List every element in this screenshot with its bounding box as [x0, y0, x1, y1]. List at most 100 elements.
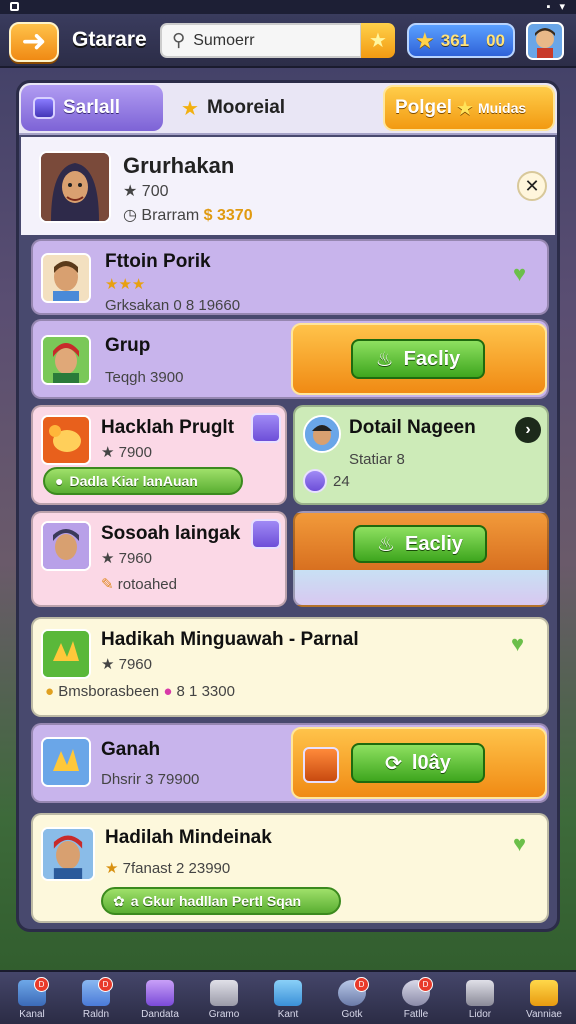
checkmark-badge-icon: [303, 469, 327, 493]
favorite-star-button[interactable]: ★: [361, 23, 395, 58]
item-meta: ★ 7900: [101, 444, 152, 461]
gift-badge-icon: [251, 519, 281, 549]
chest-icon: [303, 747, 339, 783]
gem-icon: ●: [163, 683, 173, 700]
avatar: [303, 415, 341, 453]
avatar: [41, 521, 91, 571]
notification-badge: D: [34, 977, 49, 992]
list-item[interactable]: Sosoah laingak ★ 7960 ✎ rotoahed: [31, 511, 287, 607]
item-meta: Dhsrir 3 79900: [101, 771, 200, 788]
play-button[interactable]: ⟳ l0ây: [351, 743, 485, 783]
nav-label: Gramo: [208, 1009, 240, 1020]
player-avatar[interactable]: [526, 22, 564, 60]
currency-value: 361: [440, 30, 470, 50]
tab-label: Polgel: [395, 97, 453, 118]
currency-value-secondary: 00: [486, 30, 505, 50]
button-label: Eacliy: [405, 532, 463, 555]
item-pill[interactable]: ● Dadla Kiar lanAuan: [43, 467, 243, 495]
item-stars: ★★★: [105, 276, 146, 293]
star-icon: ★: [456, 97, 474, 120]
gift-icon: ✿: [113, 892, 125, 909]
notification-badge: D: [354, 977, 369, 992]
item-meta: ★ 7960: [101, 550, 152, 567]
item-meta: Statiar 8: [349, 451, 405, 468]
top-bar: ➜ Gtarare ⚲ Sumoerr ★ ★ 361 00: [0, 14, 576, 68]
chest-icon: [146, 980, 174, 1006]
status-icon: [10, 2, 19, 11]
avatar: [41, 253, 91, 303]
nav-item-fatlle[interactable]: D Fatlle: [384, 972, 448, 1024]
nav-item-dandata[interactable]: Dandata: [128, 972, 192, 1024]
search-input[interactable]: ⚲ Sumoerr: [160, 23, 362, 58]
girl-avatar-icon: [43, 337, 89, 383]
nav-item-gramo[interactable]: Gramo: [192, 972, 256, 1024]
heart-icon[interactable]: ♥: [511, 631, 524, 657]
nav-item-raldn[interactable]: D Raldn: [64, 972, 128, 1024]
bottom-nav: D Kanal D Raldn Dandata Gramo Kant D Got…: [0, 970, 576, 1024]
close-button[interactable]: ✕: [517, 171, 547, 201]
avatar: [41, 415, 91, 465]
list-item[interactable]: Hacklah Pruglt ★ 7900 ● Dadla Kiar lanAu…: [31, 405, 287, 505]
list-item[interactable]: Hadikah Minguawah - Parnal ★ 7960 ● Bmsb…: [31, 617, 549, 717]
list-item[interactable]: Hadilah Mindeinak ★ 7fanast 2 23990 ✿ a …: [31, 813, 549, 923]
cube-icon: [274, 980, 302, 1006]
list-item[interactable]: Dotail Nageen Statiar 8 › 24: [293, 405, 549, 505]
item-title: Ganah: [101, 739, 161, 760]
close-icon: ✕: [524, 175, 540, 196]
nav-item-kanal[interactable]: D Kanal: [0, 972, 64, 1024]
card-icon: [530, 980, 558, 1006]
refresh-icon: ⟳: [385, 752, 402, 775]
tab-label: Sarlall: [63, 97, 121, 118]
profile-level: ★ 700: [123, 183, 169, 200]
facliy-button[interactable]: ♨ Facliy: [351, 339, 485, 379]
list-item[interactable]: Fttoin Porik ★★★ Grksakan 0 8 19660 ♥: [31, 239, 549, 315]
button-label: l0ây: [411, 751, 451, 774]
item-sub: ✎ rotoahed: [101, 575, 177, 593]
nav-item-lidor[interactable]: Lidor: [448, 972, 512, 1024]
tab-mooreial[interactable]: ★ Mooreial: [169, 85, 379, 131]
item-title: Hacklah Pruglt: [101, 417, 235, 438]
currency-display[interactable]: ★ 361 00: [407, 23, 515, 58]
profile-name: Grurhakan: [123, 153, 235, 178]
item-pill[interactable]: ✿ a Gkur hadllan Pertl Sqan: [101, 887, 341, 915]
nav-label: Fatlle: [403, 1009, 429, 1020]
profile-meta: ◷ Brarram $ 3370: [123, 205, 253, 225]
tab-label: Mooreial: [206, 97, 286, 118]
chevron-right-icon[interactable]: ›: [515, 417, 541, 443]
nav-item-vanniae[interactable]: Vanniae: [512, 972, 576, 1024]
list-item[interactable]: Grup Teqgh 3900 ♨ Facliy: [31, 319, 549, 399]
hand-icon: [43, 631, 89, 677]
nav-item-gotk[interactable]: D Gotk: [320, 972, 384, 1024]
back-arrow-icon: ➜: [21, 25, 47, 58]
tab-extra-label: Muidas: [477, 100, 527, 116]
item-title: Hadilah Mindeinak: [105, 827, 272, 848]
eacliy-button[interactable]: ♨ Eacliy: [353, 525, 487, 563]
nav-label: Raldn: [82, 1009, 110, 1020]
heart-icon[interactable]: ♥: [513, 261, 526, 287]
back-button[interactable]: ➜: [9, 22, 59, 62]
man-avatar-icon: [305, 417, 339, 451]
profile-portrait: [39, 151, 111, 223]
man-avatar-icon: [43, 523, 89, 569]
item-meta: Teqgh 3900: [105, 369, 184, 386]
page-title: Gtarare: [72, 28, 147, 51]
star-coin-icon: ★: [415, 27, 435, 53]
nav-label: Lidor: [468, 1009, 492, 1020]
nav-item-kant[interactable]: Kant: [256, 972, 320, 1024]
list-item[interactable]: ♨ Eacliy: [293, 511, 549, 607]
avatar: [41, 335, 91, 385]
boy-avatar-icon: [43, 255, 89, 301]
action-panel: ♨ Facliy: [291, 323, 547, 395]
avatar: [41, 737, 91, 787]
profile-header: Grurhakan ★ 700 ◷ Brarram $ 3370 ✕: [21, 137, 555, 235]
gift-icon: ♨: [375, 348, 394, 371]
tab-sarlall[interactable]: Sarlall: [21, 85, 163, 131]
star-icon: ★: [105, 860, 119, 877]
gem-icon: [33, 97, 55, 119]
status-right-icons: ▪ ▾: [546, 1, 568, 13]
list-item[interactable]: Ganah Dhsrir 3 79900 ⟳ l0ây: [31, 723, 549, 803]
heart-icon[interactable]: ♥: [513, 831, 526, 857]
clock-icon: ◷: [123, 207, 137, 224]
nav-label: Gotk: [341, 1009, 363, 1020]
tab-polgel[interactable]: Polgel ★ Muidas: [383, 85, 555, 131]
